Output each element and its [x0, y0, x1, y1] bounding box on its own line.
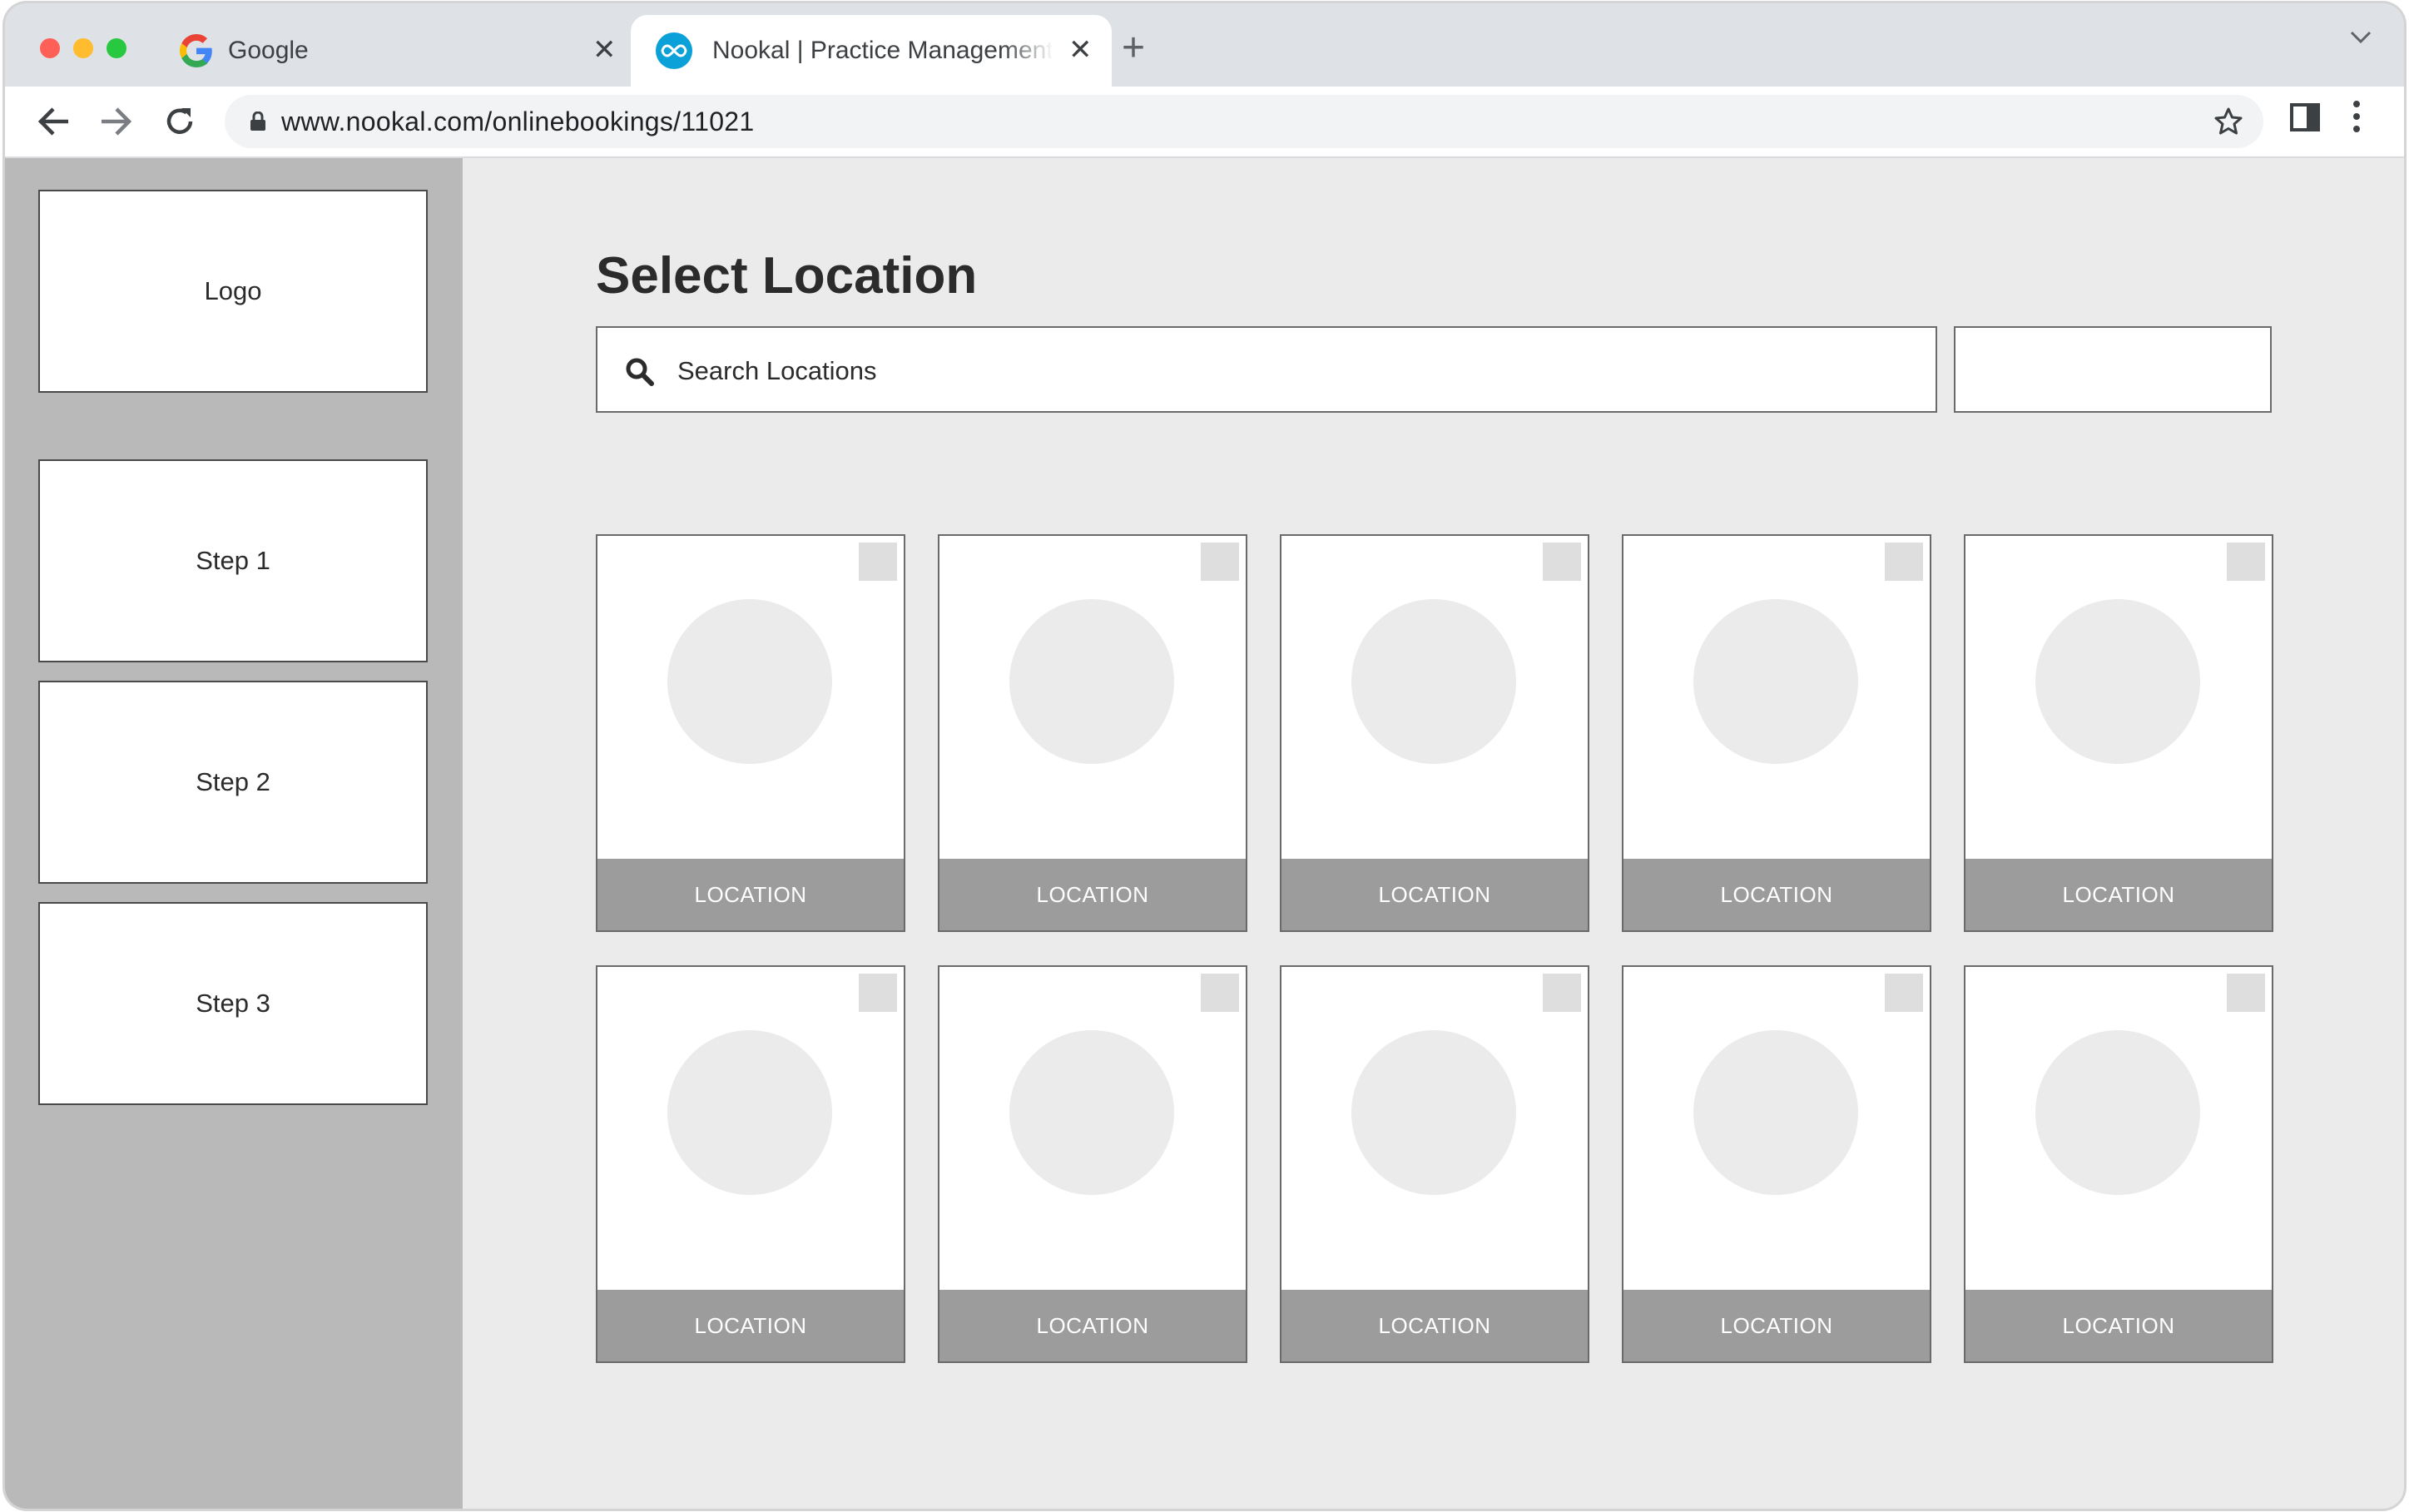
- page-title: Select Location: [596, 247, 978, 305]
- location-label: LOCATION: [597, 859, 904, 930]
- select-checkbox[interactable]: [1885, 974, 1923, 1012]
- browser-titlebar: Google ✕ Nookal | Practice Management ✕ …: [5, 3, 2404, 87]
- step-1[interactable]: Step 1: [38, 459, 428, 662]
- bookmark-star-icon[interactable]: [2213, 107, 2243, 141]
- select-checkbox[interactable]: [1543, 974, 1581, 1012]
- location-card[interactable]: LOCATION: [1964, 534, 2273, 932]
- close-icon[interactable]: ✕: [1068, 33, 1093, 67]
- tab-google[interactable]: Google ✕: [155, 15, 626, 87]
- location-label: LOCATION: [1623, 859, 1930, 930]
- filter-input[interactable]: [1954, 326, 2272, 413]
- select-checkbox[interactable]: [2227, 543, 2265, 581]
- location-image-placeholder: [2035, 1030, 2200, 1195]
- search-input[interactable]: Search Locations: [596, 326, 1937, 413]
- select-checkbox[interactable]: [1543, 543, 1581, 581]
- tab-title: Nookal | Practice Management: [712, 37, 1053, 64]
- location-card[interactable]: LOCATION: [1280, 534, 1589, 932]
- select-checkbox[interactable]: [859, 974, 897, 1012]
- location-image-placeholder: [667, 599, 832, 764]
- location-label: LOCATION: [1623, 1290, 1930, 1361]
- location-label: LOCATION: [1281, 1290, 1588, 1361]
- location-image-placeholder: [2035, 599, 2200, 764]
- maximize-window-button[interactable]: [107, 38, 126, 58]
- side-panel-icon[interactable]: [2290, 103, 2320, 136]
- sidebar: Logo Step 1 Step 2 Step 3: [5, 158, 463, 1509]
- location-card[interactable]: LOCATION: [1622, 534, 1931, 932]
- logo-placeholder: Logo: [38, 190, 428, 393]
- close-icon[interactable]: ✕: [592, 33, 617, 67]
- minimize-window-button[interactable]: [73, 38, 93, 58]
- close-window-button[interactable]: [40, 38, 60, 58]
- location-card[interactable]: LOCATION: [1622, 965, 1931, 1363]
- location-image-placeholder: [1009, 599, 1174, 764]
- location-image-placeholder: [1009, 1030, 1174, 1195]
- tab-nookal[interactable]: Nookal | Practice Management ✕: [631, 15, 1112, 87]
- search-icon: [626, 358, 654, 390]
- location-card[interactable]: LOCATION: [1280, 965, 1589, 1363]
- nookal-icon: [656, 32, 692, 69]
- new-tab-button[interactable]: +: [1122, 28, 1145, 68]
- location-image-placeholder: [1693, 599, 1858, 764]
- page-content: Logo Step 1 Step 2 Step 3 Select Locatio…: [5, 158, 2404, 1509]
- forward-arrow-icon[interactable]: [97, 102, 136, 141]
- location-label: LOCATION: [939, 859, 1246, 930]
- select-checkbox[interactable]: [859, 543, 897, 581]
- browser-toolbar: www.nookal.com/onlinebookings/11021: [5, 87, 2404, 158]
- select-checkbox[interactable]: [2227, 974, 2265, 1012]
- step-2[interactable]: Step 2: [38, 681, 428, 884]
- select-checkbox[interactable]: [1201, 543, 1239, 581]
- location-label: LOCATION: [1965, 859, 2272, 930]
- location-card[interactable]: LOCATION: [596, 965, 905, 1363]
- reload-icon[interactable]: [160, 102, 200, 141]
- location-card[interactable]: LOCATION: [938, 534, 1247, 932]
- location-card[interactable]: LOCATION: [596, 534, 905, 932]
- location-card[interactable]: LOCATION: [1964, 965, 2273, 1363]
- lock-icon[interactable]: [250, 111, 266, 136]
- location-image-placeholder: [1351, 599, 1516, 764]
- browser-window: Google ✕ Nookal | Practice Management ✕ …: [5, 3, 2404, 1509]
- location-image-placeholder: [1693, 1030, 1858, 1195]
- main-panel: Select Location Search Locations LOCATIO…: [463, 158, 2404, 1509]
- search-placeholder: Search Locations: [677, 356, 877, 385]
- back-arrow-icon[interactable]: [33, 102, 73, 141]
- step-3[interactable]: Step 3: [38, 902, 428, 1105]
- select-checkbox[interactable]: [1201, 974, 1239, 1012]
- address-bar[interactable]: www.nookal.com/onlinebookings/11021: [225, 95, 2263, 148]
- location-label: LOCATION: [1965, 1290, 2272, 1361]
- location-label: LOCATION: [1281, 859, 1588, 930]
- tab-search-chevron-icon[interactable]: [2350, 23, 2372, 50]
- menu-kebab-icon[interactable]: [2352, 100, 2362, 137]
- google-icon: [180, 34, 213, 67]
- location-grid: LOCATION LOCATION LOCATION LOCATION LOCATION…: [596, 534, 2273, 1366]
- location-label: LOCATION: [939, 1290, 1246, 1361]
- location-card[interactable]: LOCATION: [938, 965, 1247, 1363]
- select-checkbox[interactable]: [1885, 543, 1923, 581]
- location-label: LOCATION: [597, 1290, 904, 1361]
- location-image-placeholder: [667, 1030, 832, 1195]
- location-image-placeholder: [1351, 1030, 1516, 1195]
- url-text[interactable]: www.nookal.com/onlinebookings/11021: [281, 107, 754, 137]
- tab-title: Google: [228, 37, 309, 64]
